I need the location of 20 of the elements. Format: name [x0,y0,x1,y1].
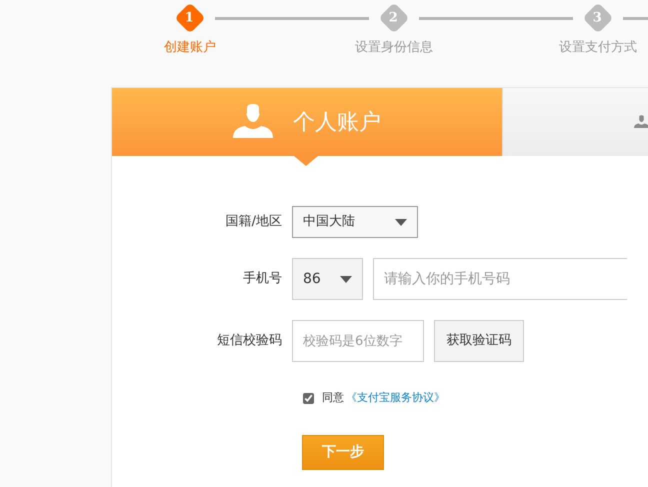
step-badge: 1 [174,2,206,34]
agree-text: 同意 [322,390,344,406]
step-label: 创建账户 [164,39,216,57]
person-icon [233,104,273,140]
get-code-button[interactable]: 获取验证码 [434,320,524,362]
phone-input[interactable]: 请输入你的手机号码 [373,258,627,300]
region-select[interactable]: 中国大陆 [292,206,418,238]
caret-icon [395,218,407,226]
agreement-link[interactable]: 《支付宝服务协议》 [346,390,445,406]
field-label: 短信校验码 [216,332,283,350]
step-label: 设置身份信息 [355,39,433,57]
step-label: 设置支付方式 [559,39,637,57]
agree-checkbox[interactable] [303,392,314,404]
step-badge: 2 [378,2,410,34]
field-label: 国籍/地区 [224,213,283,232]
field-label: 手机号 [242,270,283,288]
country-code-select[interactable]: 86 [292,258,363,300]
caret-icon [340,276,352,282]
step-badge: 3 [582,2,614,34]
code-input[interactable]: 校验码是6位数字 [292,320,424,362]
